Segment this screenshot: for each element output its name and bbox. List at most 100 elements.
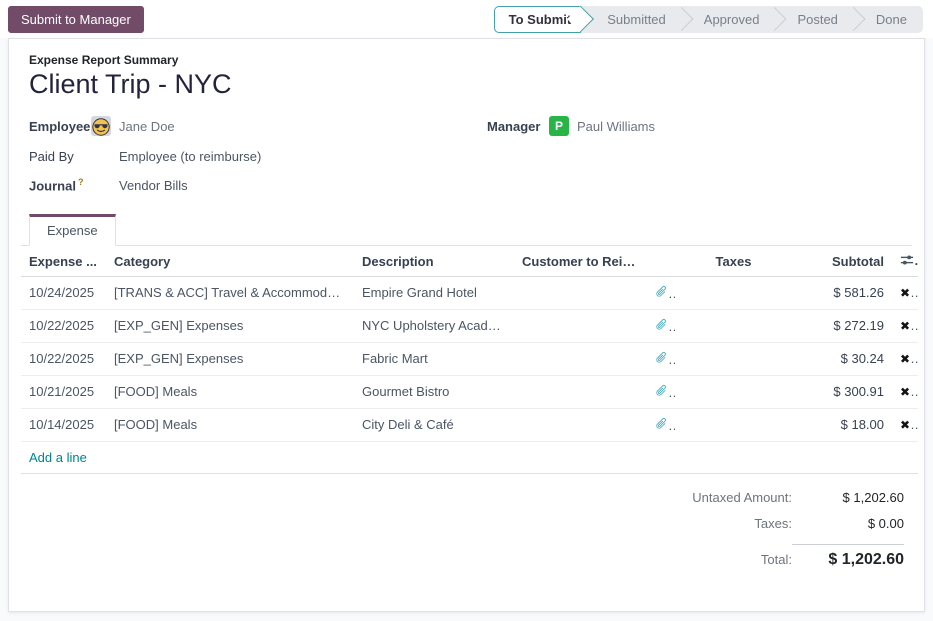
cell-taxes[interactable] bbox=[675, 342, 792, 375]
cell-date[interactable]: 10/21/2025 bbox=[21, 375, 106, 408]
col-header-settings bbox=[892, 246, 918, 276]
tab-expense[interactable]: Expense bbox=[29, 214, 116, 246]
optional-columns-icon[interactable] bbox=[900, 253, 914, 270]
manager-field: Manager P Paul Williams bbox=[487, 116, 912, 136]
statusbar-step-approved[interactable]: Approved bbox=[682, 6, 776, 33]
submit-to-manager-button[interactable]: Submit to Manager bbox=[8, 6, 144, 33]
add-line-row: Add a line bbox=[21, 441, 918, 473]
delete-line-icon[interactable]: ✖ bbox=[900, 351, 918, 366]
summary-label: Expense Report Summary bbox=[21, 53, 912, 67]
statusbar-step-posted[interactable]: Posted bbox=[775, 6, 853, 33]
page-title[interactable]: Client Trip - NYC bbox=[21, 69, 912, 100]
cell-subtotal[interactable]: $ 272.19 bbox=[792, 309, 892, 342]
cell-customer[interactable] bbox=[514, 309, 647, 342]
cell-taxes[interactable] bbox=[675, 408, 792, 441]
cell-subtotal[interactable]: $ 300.91 bbox=[792, 375, 892, 408]
notebook-tabs: Expense bbox=[21, 214, 912, 246]
taxes-label: Taxes: bbox=[754, 516, 792, 531]
total-row: Total: $ 1,202.60 bbox=[761, 542, 904, 569]
delete-line-icon[interactable]: ✖ bbox=[900, 318, 918, 333]
cell-subtotal[interactable]: $ 18.00 bbox=[792, 408, 892, 441]
cell-date[interactable]: 10/24/2025 bbox=[21, 276, 106, 309]
paid-by-value[interactable]: Employee (to reimburse) bbox=[119, 149, 261, 164]
cell-description[interactable]: City Deli & Café bbox=[354, 408, 514, 441]
expense-lines-table: Expense ... Category Description Custome… bbox=[21, 246, 918, 474]
col-header-taxes[interactable]: Taxes bbox=[675, 246, 792, 276]
manager-label: Manager bbox=[487, 119, 549, 134]
cell-description[interactable]: Fabric Mart bbox=[354, 342, 514, 375]
help-icon[interactable]: ? bbox=[78, 177, 84, 187]
total-value: $ 1,202.60 bbox=[792, 544, 904, 569]
statusbar-step-submitted[interactable]: Submitted bbox=[581, 6, 682, 33]
delete-line-icon[interactable]: ✖ bbox=[900, 417, 918, 432]
cell-taxes[interactable] bbox=[675, 375, 792, 408]
table-header-row: Expense ... Category Description Custome… bbox=[21, 246, 918, 276]
expense-row[interactable]: 10/14/2025 [FOOD] Meals City Deli & Café… bbox=[21, 408, 918, 441]
paperclip-icon[interactable] bbox=[655, 351, 668, 367]
cell-category[interactable]: [EXP_GEN] Expenses bbox=[106, 309, 354, 342]
untaxed-amount-value: $ 1,202.60 bbox=[792, 490, 904, 505]
cell-category[interactable]: [FOOD] Meals bbox=[106, 408, 354, 441]
manager-avatar: P bbox=[549, 116, 569, 136]
employee-field: Employee Jane Doe bbox=[29, 116, 487, 136]
col-header-customer[interactable]: Customer to Reinvoice bbox=[514, 246, 647, 276]
cell-customer[interactable] bbox=[514, 276, 647, 309]
cell-date[interactable]: 10/14/2025 bbox=[21, 408, 106, 441]
field-group: Employee Jane Doe Paid By Employee (to r… bbox=[21, 116, 912, 206]
col-header-subtotal[interactable]: Subtotal bbox=[792, 246, 892, 276]
cell-description[interactable]: NYC Upholstery Academy bbox=[354, 309, 514, 342]
cell-subtotal[interactable]: $ 581.26 bbox=[792, 276, 892, 309]
untaxed-amount-label: Untaxed Amount: bbox=[692, 490, 792, 505]
cell-attachment bbox=[647, 276, 675, 309]
journal-field: Journal? Vendor Bills bbox=[29, 177, 487, 193]
col-header-expense-date[interactable]: Expense ... bbox=[21, 246, 106, 276]
paid-by-field: Paid By Employee (to reimburse) bbox=[29, 149, 487, 164]
control-panel: Submit to Manager To Submit Submitted Ap… bbox=[0, 0, 933, 38]
cell-description[interactable]: Empire Grand Hotel bbox=[354, 276, 514, 309]
journal-value[interactable]: Vendor Bills bbox=[119, 178, 188, 193]
totals-section: Untaxed Amount: $ 1,202.60 Taxes: $ 0.00… bbox=[21, 490, 912, 580]
paid-by-label: Paid By bbox=[29, 149, 91, 164]
taxes-value: $ 0.00 bbox=[792, 516, 904, 531]
manager-value[interactable]: Paul Williams bbox=[577, 119, 655, 134]
cell-date[interactable]: 10/22/2025 bbox=[21, 309, 106, 342]
cell-taxes[interactable] bbox=[675, 276, 792, 309]
employee-avatar bbox=[91, 116, 111, 136]
expense-row[interactable]: 10/21/2025 [FOOD] Meals Gourmet Bistro $… bbox=[21, 375, 918, 408]
untaxed-amount-row: Untaxed Amount: $ 1,202.60 bbox=[692, 490, 904, 505]
form-sheet: Expense Report Summary Client Trip - NYC… bbox=[8, 38, 925, 612]
cell-attachment bbox=[647, 408, 675, 441]
cell-customer[interactable] bbox=[514, 375, 647, 408]
cell-taxes[interactable] bbox=[675, 309, 792, 342]
total-label: Total: bbox=[761, 552, 792, 567]
col-header-category[interactable]: Category bbox=[106, 246, 354, 276]
expense-row[interactable]: 10/22/2025 [EXP_GEN] Expenses NYC Uphols… bbox=[21, 309, 918, 342]
paperclip-icon[interactable] bbox=[655, 417, 668, 433]
taxes-row: Taxes: $ 0.00 bbox=[754, 516, 904, 531]
expense-row[interactable]: 10/22/2025 [EXP_GEN] Expenses Fabric Mar… bbox=[21, 342, 918, 375]
journal-label: Journal? bbox=[29, 177, 91, 193]
cell-customer[interactable] bbox=[514, 342, 647, 375]
statusbar-step-to-submit[interactable]: To Submit bbox=[494, 6, 582, 33]
delete-line-icon[interactable]: ✖ bbox=[900, 384, 918, 399]
cell-attachment bbox=[647, 342, 675, 375]
paperclip-icon[interactable] bbox=[655, 318, 668, 334]
cell-attachment bbox=[647, 309, 675, 342]
paperclip-icon[interactable] bbox=[655, 285, 668, 301]
employee-value[interactable]: Jane Doe bbox=[119, 119, 175, 134]
add-a-line-link[interactable]: Add a line bbox=[29, 450, 87, 465]
delete-line-icon[interactable]: ✖ bbox=[900, 285, 918, 300]
cell-attachment bbox=[647, 375, 675, 408]
expense-row[interactable]: 10/24/2025 [TRANS & ACC] Travel & Accomm… bbox=[21, 276, 918, 309]
cell-customer[interactable] bbox=[514, 408, 647, 441]
statusbar: To Submit Submitted Approved Posted Done bbox=[494, 6, 923, 33]
employee-label: Employee bbox=[29, 119, 91, 134]
cell-category[interactable]: [EXP_GEN] Expenses bbox=[106, 342, 354, 375]
cell-category[interactable]: [TRANS & ACC] Travel & Accommodation bbox=[106, 276, 354, 309]
cell-date[interactable]: 10/22/2025 bbox=[21, 342, 106, 375]
cell-subtotal[interactable]: $ 30.24 bbox=[792, 342, 892, 375]
col-header-description[interactable]: Description bbox=[354, 246, 514, 276]
paperclip-icon[interactable] bbox=[655, 384, 668, 400]
cell-category[interactable]: [FOOD] Meals bbox=[106, 375, 354, 408]
cell-description[interactable]: Gourmet Bistro bbox=[354, 375, 514, 408]
